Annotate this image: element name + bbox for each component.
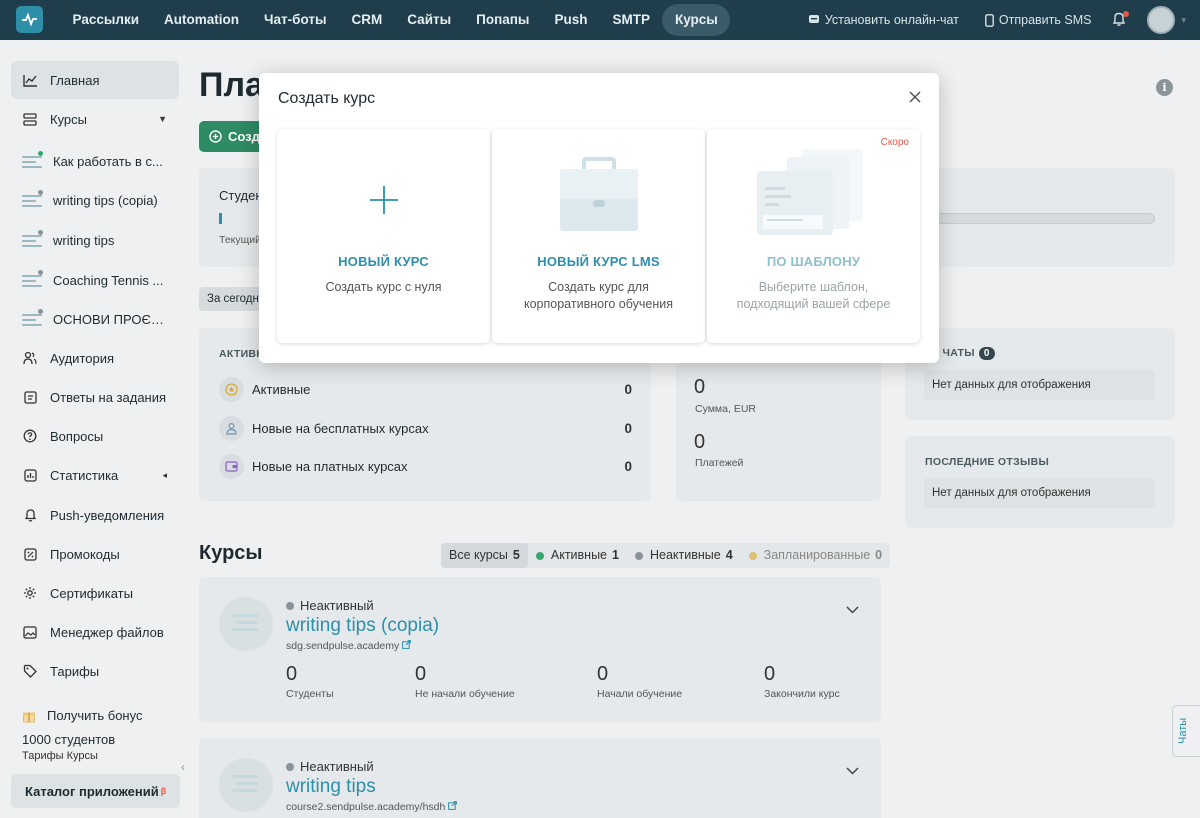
- template-pages-icon: [757, 149, 863, 235]
- create-course-modal: Создать курс НОВЫЙ КУРС Создать курс с н…: [259, 73, 939, 363]
- soon-badge: Скоро: [880, 137, 909, 148]
- modal-title: Создать курс: [278, 90, 376, 107]
- option-from-template[interactable]: Скоро ПО ШАБЛОНУ Выберите шаблон, подход…: [707, 129, 920, 343]
- option-description: Создать курс для корпоративного обучения: [524, 280, 673, 311]
- briefcase-icon: [560, 157, 638, 231]
- option-description: Создать курс с нуля: [325, 280, 442, 294]
- option-new-lms-course[interactable]: НОВЫЙ КУРС LMS Создать курс для корпорат…: [492, 129, 705, 343]
- option-title: НОВЫЙ КУРС: [338, 254, 429, 269]
- close-icon[interactable]: [908, 90, 922, 104]
- option-title: НОВЫЙ КУРС LMS: [537, 254, 660, 269]
- plus-icon: [370, 186, 398, 214]
- option-description: Выберите шаблон, подходящий вашей сфере: [736, 280, 891, 311]
- option-new-course[interactable]: НОВЫЙ КУРС Создать курс с нуля: [277, 129, 490, 343]
- option-title: ПО ШАБЛОНУ: [766, 254, 861, 269]
